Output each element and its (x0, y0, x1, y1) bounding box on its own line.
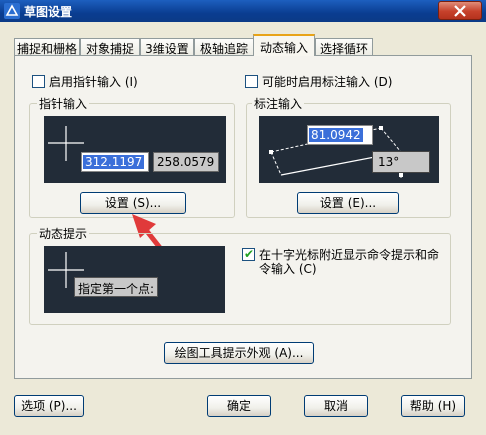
app-icon (4, 3, 20, 19)
dynamic-prompt-tooltip: 指定第一个点: (74, 277, 158, 297)
tab-snap-grid[interactable]: 捕捉和栅格 (14, 38, 80, 56)
dimension-length-field: 81.0942 (307, 125, 373, 145)
dimension-input-preview: 81.0942 13° (259, 116, 439, 183)
tab-object-snap[interactable]: 对象捕捉 (80, 38, 140, 56)
enable-pointer-input-checkbox[interactable] (32, 75, 45, 88)
checkmark-icon: ✔ (244, 247, 255, 261)
tab-polar-tracking[interactable]: 极轴追踪 (194, 38, 254, 56)
enable-dimension-input-checkbox[interactable] (245, 75, 258, 88)
pointer-input-group-label: 指针输入 (37, 95, 90, 112)
show-command-prompts-label-line2: 令输入 (C) (259, 262, 317, 276)
pointer-x-field: 312.1197 (81, 152, 149, 172)
dynamic-prompts-preview: 指定第一个点: (44, 246, 225, 313)
pointer-x-value: 312.1197 (83, 155, 145, 169)
close-icon (454, 5, 466, 17)
tab-selection-cycling[interactable]: 选择循环 (315, 38, 373, 56)
dimension-angle-field: 13° (372, 151, 430, 173)
tab-3d-settings[interactable]: 3维设置 (140, 38, 194, 56)
cancel-button[interactable]: 取消 (304, 395, 368, 417)
show-command-prompts-checkbox[interactable]: ✔ (242, 247, 255, 261)
dimension-input-group-label: 标注输入 (252, 95, 305, 112)
crosshair-icon (48, 126, 84, 161)
dynamic-prompts-group-label: 动态提示 (37, 225, 90, 242)
title-bar: 草图设置 (0, 0, 486, 22)
enable-dimension-input-label: 可能时启用标注输入 (D) (262, 75, 393, 89)
ok-button[interactable]: 确定 (207, 395, 271, 417)
tab-dynamic-input[interactable]: 动态输入 (253, 34, 315, 56)
help-button[interactable]: 帮助 (H) (401, 395, 465, 417)
pointer-input-preview: 312.1197 258.0579 (44, 116, 226, 183)
dimension-length-value: 81.0942 (309, 128, 363, 142)
enable-pointer-input-label: 启用指针输入 (I) (49, 75, 138, 89)
close-button[interactable] (438, 1, 482, 20)
dimension-settings-button[interactable]: 设置 (E)... (297, 192, 399, 214)
window-title: 草图设置 (24, 5, 73, 19)
drafting-tooltip-appearance-button[interactable]: 绘图工具提示外观 (A)... (164, 342, 314, 364)
pointer-y-field: 258.0579 (153, 152, 219, 172)
options-button[interactable]: 选项 (P)... (14, 395, 84, 417)
